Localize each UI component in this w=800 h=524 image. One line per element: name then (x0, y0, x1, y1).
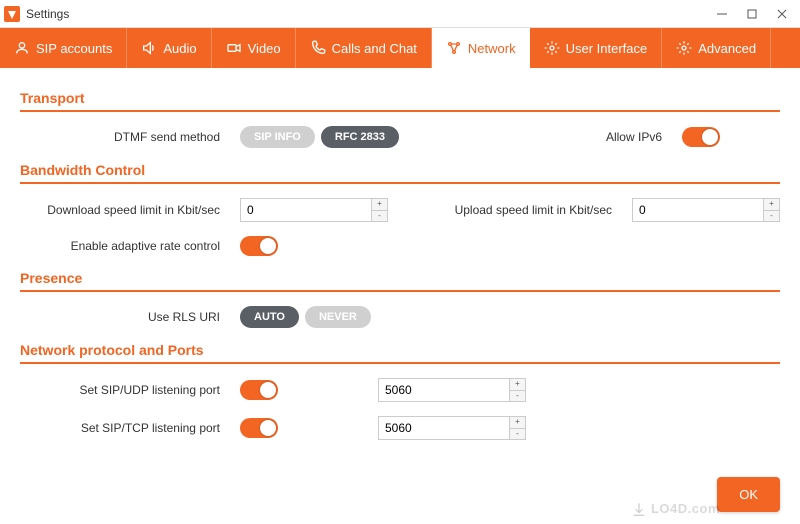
tab-video[interactable]: Video (212, 28, 296, 68)
sip-tcp-port-down[interactable]: - (510, 429, 525, 440)
ipv6-toggle[interactable] (682, 127, 720, 147)
window-title: Settings (26, 7, 69, 21)
tab-label: Calls and Chat (332, 41, 417, 56)
adaptive-label: Enable adaptive rate control (20, 239, 220, 253)
dtmf-sip-info-option[interactable]: SIP INFO (240, 126, 315, 148)
tab-user-interface[interactable]: User Interface (530, 28, 663, 68)
sip-tcp-port-input[interactable] (379, 417, 509, 439)
title-bar: Settings (0, 0, 800, 28)
rls-label: Use RLS URI (20, 310, 220, 324)
section-divider (20, 110, 780, 112)
download-speed-input-wrap: + - (240, 198, 388, 222)
download-speed-up[interactable]: + (372, 199, 387, 211)
section-presence-title: Presence (20, 270, 780, 286)
rls-uri-group: AUTO NEVER (240, 306, 371, 328)
ok-button[interactable]: OK (717, 477, 780, 512)
tab-sip-accounts[interactable]: SIP accounts (0, 28, 127, 68)
close-button[interactable] (776, 8, 788, 20)
adaptive-rate-toggle[interactable] (240, 236, 278, 256)
tab-bar: SIP accounts Audio Video Calls and Chat … (0, 28, 800, 68)
sip-udp-port-up[interactable]: + (510, 379, 525, 391)
section-ports-title: Network protocol and Ports (20, 342, 780, 358)
tab-label: Audio (163, 41, 196, 56)
upload-speed-input-wrap: + - (632, 198, 780, 222)
settings-content: Transport DTMF send method SIP INFO RFC … (0, 68, 800, 524)
sip-udp-port-input[interactable] (379, 379, 509, 401)
sip-udp-port-down[interactable]: - (510, 391, 525, 402)
window-controls (716, 8, 796, 20)
tab-label: SIP accounts (36, 41, 112, 56)
tab-label: Video (248, 41, 281, 56)
rls-never-option[interactable]: NEVER (305, 306, 371, 328)
section-transport-title: Transport (20, 90, 780, 106)
ipv6-label: Allow IPv6 (606, 130, 662, 144)
upload-speed-up[interactable]: + (764, 199, 779, 211)
tab-audio[interactable]: Audio (127, 28, 211, 68)
sip-tcp-toggle[interactable] (240, 418, 278, 438)
sip-tcp-port-wrap: + - (378, 416, 526, 440)
tab-calls-chat[interactable]: Calls and Chat (296, 28, 432, 68)
section-divider (20, 362, 780, 364)
tab-label: Network (468, 41, 516, 56)
rls-auto-option[interactable]: AUTO (240, 306, 299, 328)
upload-speed-down[interactable]: - (764, 211, 779, 222)
dtmf-label: DTMF send method (20, 130, 220, 144)
sip-udp-label: Set SIP/UDP listening port (20, 383, 220, 397)
download-speed-down[interactable]: - (372, 211, 387, 222)
ul-limit-label: Upload speed limit in Kbit/sec (432, 203, 612, 217)
tab-network[interactable]: Network (432, 28, 530, 68)
tab-advanced[interactable]: Advanced (662, 28, 771, 68)
dtmf-rfc2833-option[interactable]: RFC 2833 (321, 126, 399, 148)
sip-tcp-label: Set SIP/TCP listening port (20, 421, 220, 435)
maximize-button[interactable] (746, 8, 758, 20)
download-speed-input[interactable] (241, 199, 371, 221)
tab-label: User Interface (566, 41, 648, 56)
sip-tcp-port-up[interactable]: + (510, 417, 525, 429)
sip-udp-toggle[interactable] (240, 380, 278, 400)
dtmf-method-group: SIP INFO RFC 2833 (240, 126, 399, 148)
section-bandwidth-title: Bandwidth Control (20, 162, 780, 178)
upload-speed-input[interactable] (633, 199, 763, 221)
tab-label: Advanced (698, 41, 756, 56)
section-divider (20, 290, 780, 292)
sip-udp-port-wrap: + - (378, 378, 526, 402)
section-divider (20, 182, 780, 184)
app-icon (4, 6, 20, 22)
minimize-button[interactable] (716, 8, 728, 20)
dl-limit-label: Download speed limit in Kbit/sec (20, 203, 220, 217)
